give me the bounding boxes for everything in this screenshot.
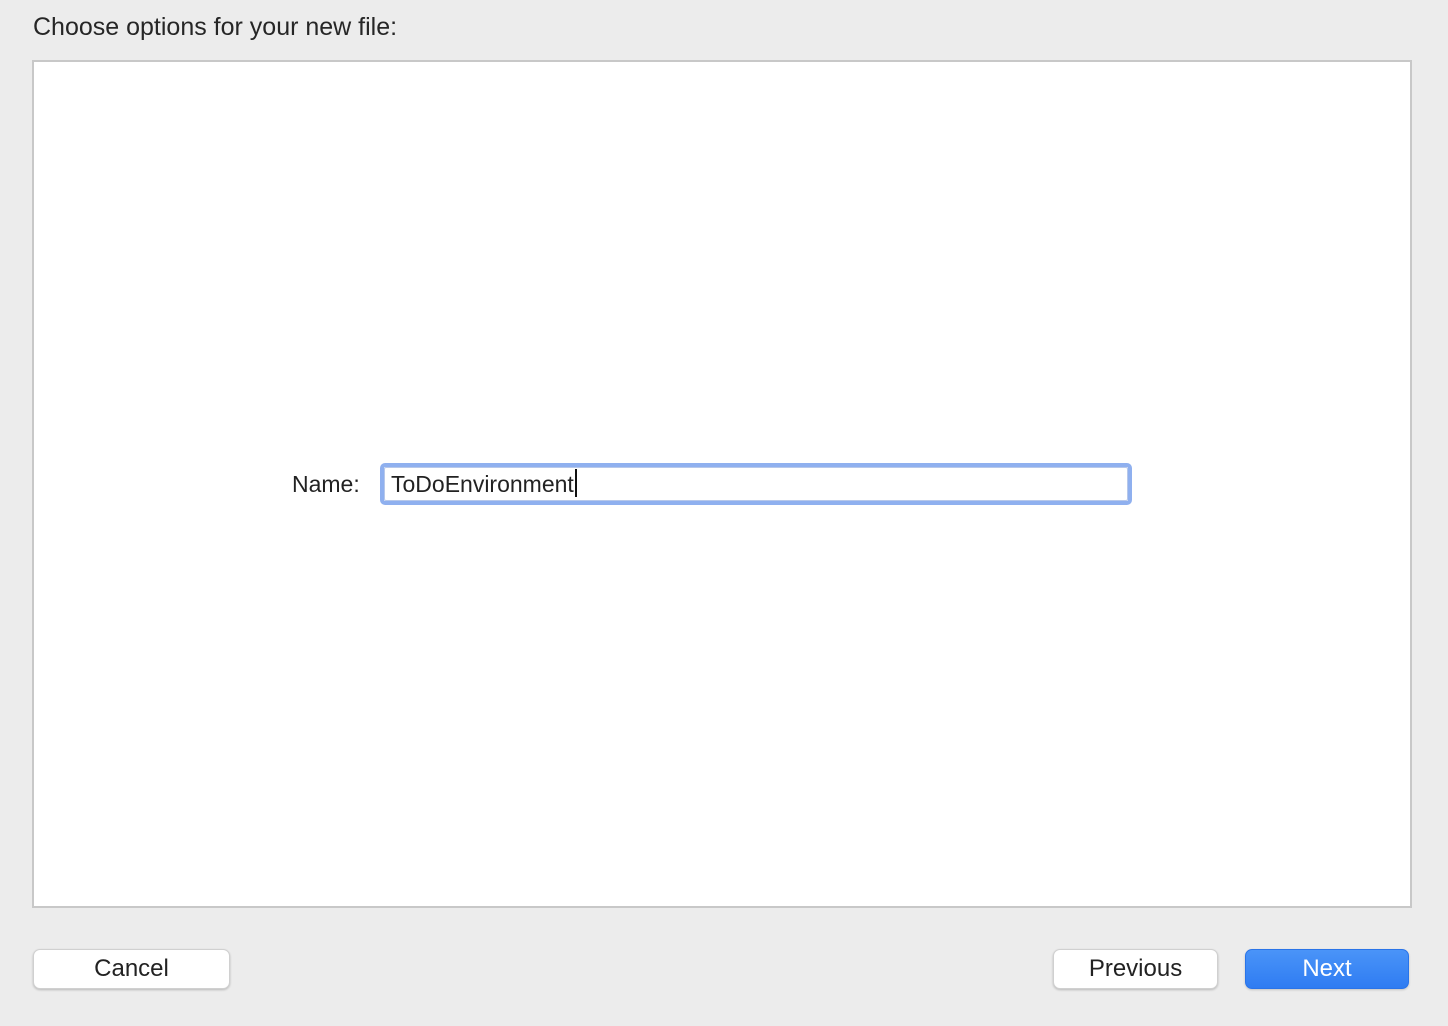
cancel-button[interactable]: Cancel [33, 949, 230, 989]
name-row: Name: ToDoEnvironment [292, 460, 1132, 508]
text-caret [574, 469, 577, 498]
name-label: Name: [292, 470, 360, 497]
next-button[interactable]: Next [1245, 949, 1409, 989]
previous-button[interactable]: Previous [1053, 949, 1218, 989]
name-input-text: ToDoEnvironment [391, 470, 574, 497]
name-field[interactable]: ToDoEnvironment [380, 463, 1132, 505]
name-input-value[interactable]: ToDoEnvironment [384, 469, 577, 498]
options-panel: Name: ToDoEnvironment [32, 60, 1412, 908]
dialog-heading: Choose options for your new file: [33, 13, 398, 41]
